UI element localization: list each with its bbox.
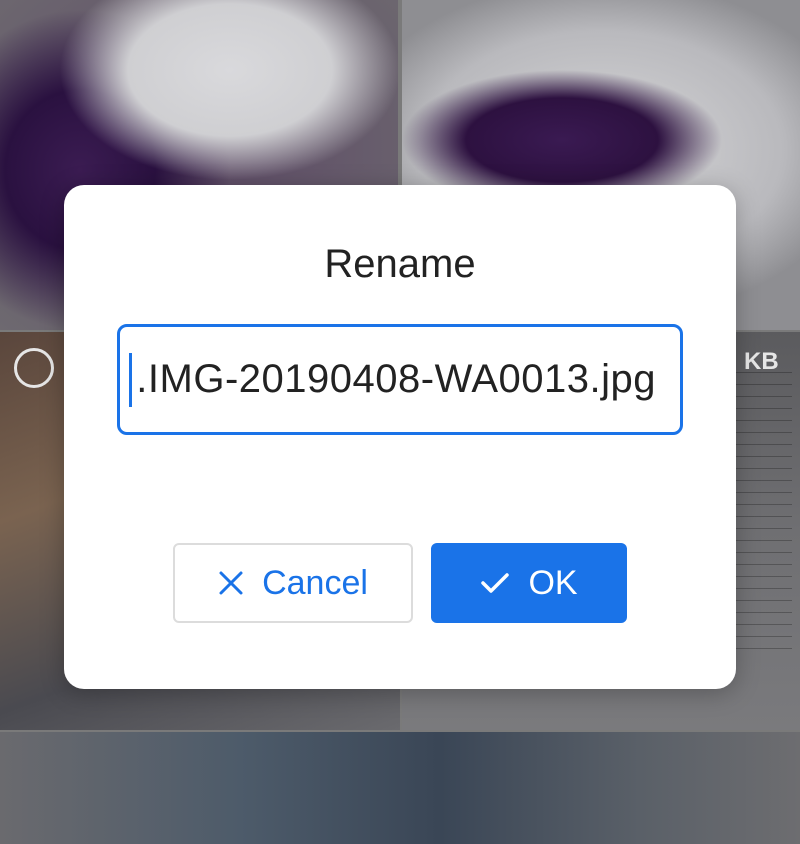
check-icon: [480, 571, 510, 595]
ok-label: OK: [528, 563, 578, 602]
file-size-badge: KB: [744, 348, 779, 375]
cancel-button[interactable]: Cancel: [173, 543, 413, 623]
text-cursor: [129, 352, 133, 407]
filename-input[interactable]: .IMG-20190408-WA0013.jpg: [117, 324, 683, 435]
gallery-thumbnail[interactable]: [0, 732, 800, 844]
document-preview: [732, 372, 792, 652]
ok-button[interactable]: OK: [431, 543, 627, 623]
dialog-title: Rename: [324, 242, 476, 286]
close-icon: [218, 570, 244, 596]
select-checkbox[interactable]: [14, 348, 54, 388]
cancel-label: Cancel: [262, 563, 368, 602]
filename-value: .IMG-20190408-WA0013.jpg: [136, 357, 656, 401]
